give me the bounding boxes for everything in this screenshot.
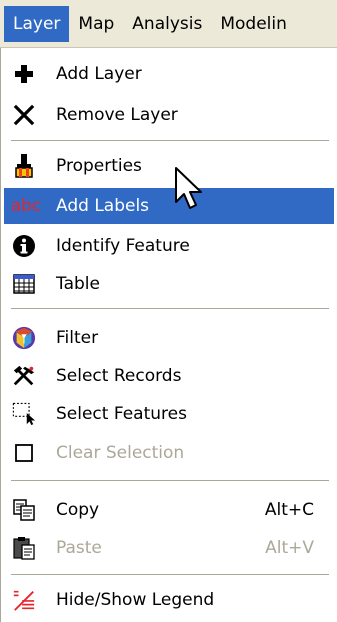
menu-map[interactable]: Map [69,6,123,42]
menu-item-paste[interactable]: Paste Alt+V [4,530,334,566]
menu-bar: Layer Map Analysis Modelin [0,0,337,48]
menu-analysis[interactable]: Analysis [123,6,211,42]
menu-item-label: Add Labels [56,196,150,216]
menu-layer[interactable]: Layer [4,5,70,42]
menu-item-properties[interactable]: Properties [4,148,334,184]
menu-item-select-features[interactable]: Select Features [4,396,334,432]
menu-item-label: Add Layer [56,64,142,84]
menu-item-remove-layer[interactable]: Remove Layer [4,97,334,133]
marquee-select-icon [12,402,36,426]
menu-item-table[interactable]: Table [4,266,334,302]
menu-item-filter[interactable]: Filter [4,320,334,356]
copy-shortcut: Alt+C [264,500,314,520]
menu-item-select-records[interactable]: Select Records [4,358,334,394]
menu-item-label: Select Records [56,366,182,386]
menu-item-label: Copy [56,500,100,520]
menu-item-identify-feature[interactable]: Identify Feature [4,228,334,264]
menu-item-label: Table [56,274,100,294]
menu-item-hide-show-legend[interactable]: Hide/Show Legend [4,582,334,618]
mouse-cursor-icon [175,167,202,209]
menu-item-add-labels[interactable]: abc Add Labels [4,188,334,224]
hammer-pick-icon [12,364,36,388]
filter-icon [12,326,36,350]
plus-icon [12,62,36,86]
menu-item-label: Filter [56,328,99,348]
info-icon [12,234,36,258]
menu-item-label: Select Features [56,404,187,424]
menu-item-copy[interactable]: Copy Alt+C [4,492,334,528]
paste-shortcut: Alt+V [265,538,314,558]
abc-labels-icon: abc [10,196,42,216]
menu-separator [11,480,329,482]
menu-item-label: Clear Selection [56,443,185,463]
menu-separator [11,308,329,310]
table-icon [12,272,36,296]
menu-item-label: Remove Layer [56,105,178,125]
paste-icon [12,536,36,560]
menu-item-clear-selection[interactable]: Clear Selection [4,435,334,471]
menu-separator [11,140,329,142]
menu-item-label: Properties [56,156,142,176]
legend-icon [12,588,36,612]
menu-item-label: Hide/Show Legend [56,590,215,610]
menu-separator [11,574,329,576]
menu-item-label: Paste [56,538,102,558]
menu-modeling[interactable]: Modelin [211,6,296,42]
menu-item-label: Identify Feature [56,236,190,256]
paintbrush-icon [12,154,36,178]
x-icon [12,103,36,127]
layer-dropdown-menu: Add Layer Remove Layer Properties abc Ad… [0,48,337,622]
empty-square-icon [12,441,36,465]
copy-icon [12,498,36,522]
menu-item-add-layer[interactable]: Add Layer [4,56,334,92]
